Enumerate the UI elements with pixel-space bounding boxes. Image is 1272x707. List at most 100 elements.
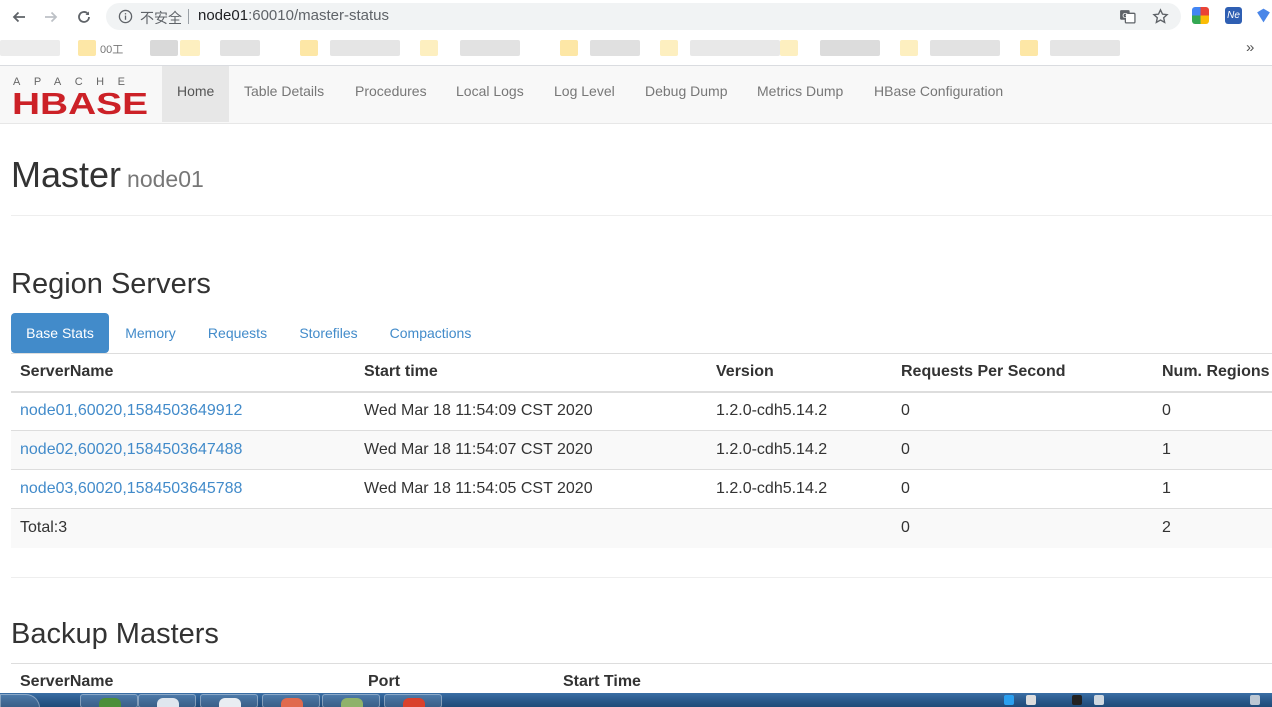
bookmark-blurred[interactable] — [560, 40, 578, 56]
column-header[interactable]: Start time — [355, 353, 707, 393]
column-header[interactable]: Version — [707, 353, 892, 393]
divider — [11, 215, 1272, 216]
total-regions: 2 — [1153, 508, 1272, 548]
app-icon — [403, 698, 425, 707]
regions-cell: 1 — [1153, 430, 1272, 470]
arrow-left-icon — [12, 11, 25, 23]
start-time-cell: Wed Mar 18 11:54:07 CST 2020 — [355, 430, 707, 470]
bookmark-blurred[interactable] — [300, 40, 318, 56]
os-taskbar — [0, 693, 1272, 707]
svg-text:G: G — [1122, 11, 1128, 20]
tab-storefiles[interactable]: Storefiles — [292, 313, 365, 353]
tray-icon[interactable] — [1004, 695, 1014, 705]
empty-cell — [355, 508, 707, 548]
tray-icon[interactable] — [1250, 695, 1260, 705]
empty-cell — [707, 508, 892, 548]
tab-memory[interactable]: Memory — [118, 313, 183, 353]
bookmark-blurred[interactable] — [220, 40, 260, 56]
bookmark-blurred[interactable] — [180, 40, 200, 56]
requests-cell: 0 — [892, 469, 1153, 509]
taskbar-app-button[interactable] — [200, 694, 258, 707]
app-icon — [219, 698, 241, 707]
bookmark-blurred[interactable] — [690, 40, 780, 56]
bookmark-blurred[interactable] — [780, 40, 798, 56]
tab-compactions[interactable]: Compactions — [383, 313, 478, 353]
version-cell: 1.2.0-cdh5.14.2 — [707, 391, 892, 431]
tray-icon[interactable] — [1026, 695, 1036, 705]
star-icon[interactable] — [1152, 8, 1169, 25]
extension-shield-icon[interactable] — [1255, 7, 1272, 24]
nav-procedures[interactable]: Procedures — [355, 66, 427, 122]
total-label: Total:3 — [11, 508, 355, 548]
column-header[interactable]: Num. Regions — [1153, 353, 1272, 393]
bookmark-blurred[interactable] — [660, 40, 678, 56]
server-name-cell: node01,60020,1584503649912 — [11, 391, 355, 431]
nav-log-level[interactable]: Log Level — [554, 66, 615, 122]
bookmark-blurred[interactable] — [590, 40, 640, 56]
bookmark-blurred[interactable] — [0, 40, 60, 56]
server-link[interactable]: node02,60020,1584503647488 — [20, 441, 242, 458]
start-time-cell: Wed Mar 18 11:54:09 CST 2020 — [355, 391, 707, 431]
nav-debug-dump[interactable]: Debug Dump — [645, 66, 728, 122]
server-link[interactable]: node03,60020,1584503645788 — [20, 480, 242, 497]
column-header[interactable]: Requests Per Second — [892, 353, 1153, 393]
reload-button[interactable] — [73, 6, 95, 28]
divider — [11, 577, 1272, 578]
bookmarks-bar: 00工 » — [0, 33, 1272, 66]
app-icon — [99, 698, 121, 707]
bookmark-blurred[interactable] — [820, 40, 880, 56]
app-icon — [341, 698, 363, 707]
table-row: node01,60020,1584503649912 Wed Mar 18 11… — [11, 391, 1272, 431]
bookmark-blurred[interactable] — [330, 40, 400, 56]
url-text[interactable]: node01:60010/master-status — [198, 7, 389, 24]
browser-toolbar: 不安全 node01:60010/master-status G Ne — [0, 0, 1272, 33]
taskbar-app-button[interactable] — [80, 694, 138, 707]
address-bar[interactable]: 不安全 node01:60010/master-status G — [106, 3, 1181, 30]
bookmark-label[interactable]: 00工 — [100, 41, 123, 57]
column-header[interactable]: ServerName — [11, 353, 355, 393]
nav-home[interactable]: Home — [162, 66, 230, 122]
url-host: node01 — [198, 7, 249, 24]
bookmark-blurred[interactable] — [900, 40, 918, 56]
translate-icon[interactable]: G — [1119, 8, 1136, 25]
nav-hbase-configuration[interactable]: HBase Configuration — [874, 66, 1003, 122]
hbase-navbar: APACHE HBASE Home Table Details Procedur… — [0, 66, 1272, 124]
bookmark-blurred[interactable] — [1020, 40, 1038, 56]
tray-icon[interactable] — [1094, 695, 1104, 705]
taskbar-app-button[interactable] — [138, 694, 196, 707]
page-subtitle: node01 — [127, 166, 204, 192]
region-servers-heading: Region Servers — [11, 268, 211, 300]
table-header-row: ServerName Start time Version Requests P… — [11, 353, 1272, 393]
extension-color-icon[interactable] — [1192, 7, 1209, 24]
tab-requests[interactable]: Requests — [201, 313, 274, 353]
nav-metrics-dump[interactable]: Metrics Dump — [757, 66, 843, 122]
bookmark-blurred[interactable] — [1050, 40, 1120, 56]
bookmark-blurred[interactable] — [150, 40, 178, 56]
security-status[interactable]: 不安全 — [140, 8, 182, 28]
server-link[interactable]: node01,60020,1584503649912 — [20, 402, 242, 419]
server-name-cell: node02,60020,1584503647488 — [11, 430, 355, 470]
tray-icon[interactable] — [1072, 695, 1082, 705]
start-button[interactable] — [0, 694, 40, 707]
hbase-logo[interactable]: APACHE HBASE — [12, 74, 148, 116]
requests-cell: 0 — [892, 430, 1153, 470]
taskbar-app-button[interactable] — [262, 694, 320, 707]
bookmark-blurred[interactable] — [420, 40, 438, 56]
taskbar-app-button[interactable] — [384, 694, 442, 707]
bookmarks-overflow-icon[interactable]: » — [1246, 39, 1254, 56]
forward-button[interactable] — [40, 6, 62, 28]
taskbar-app-button[interactable] — [322, 694, 380, 707]
app-icon — [281, 698, 303, 707]
version-cell: 1.2.0-cdh5.14.2 — [707, 430, 892, 470]
extension-note-icon[interactable]: Ne — [1225, 7, 1242, 24]
page-title: Master — [11, 154, 122, 195]
back-button[interactable] — [8, 6, 30, 28]
bookmark-blurred[interactable] — [930, 40, 1000, 56]
nav-table-details[interactable]: Table Details — [244, 66, 324, 122]
backup-masters-heading: Backup Masters — [11, 618, 219, 650]
bookmark-folder-icon[interactable] — [78, 40, 96, 56]
bookmark-blurred[interactable] — [460, 40, 520, 56]
nav-local-logs[interactable]: Local Logs — [456, 66, 524, 122]
info-icon[interactable] — [118, 9, 133, 24]
tab-base-stats[interactable]: Base Stats — [11, 313, 109, 353]
